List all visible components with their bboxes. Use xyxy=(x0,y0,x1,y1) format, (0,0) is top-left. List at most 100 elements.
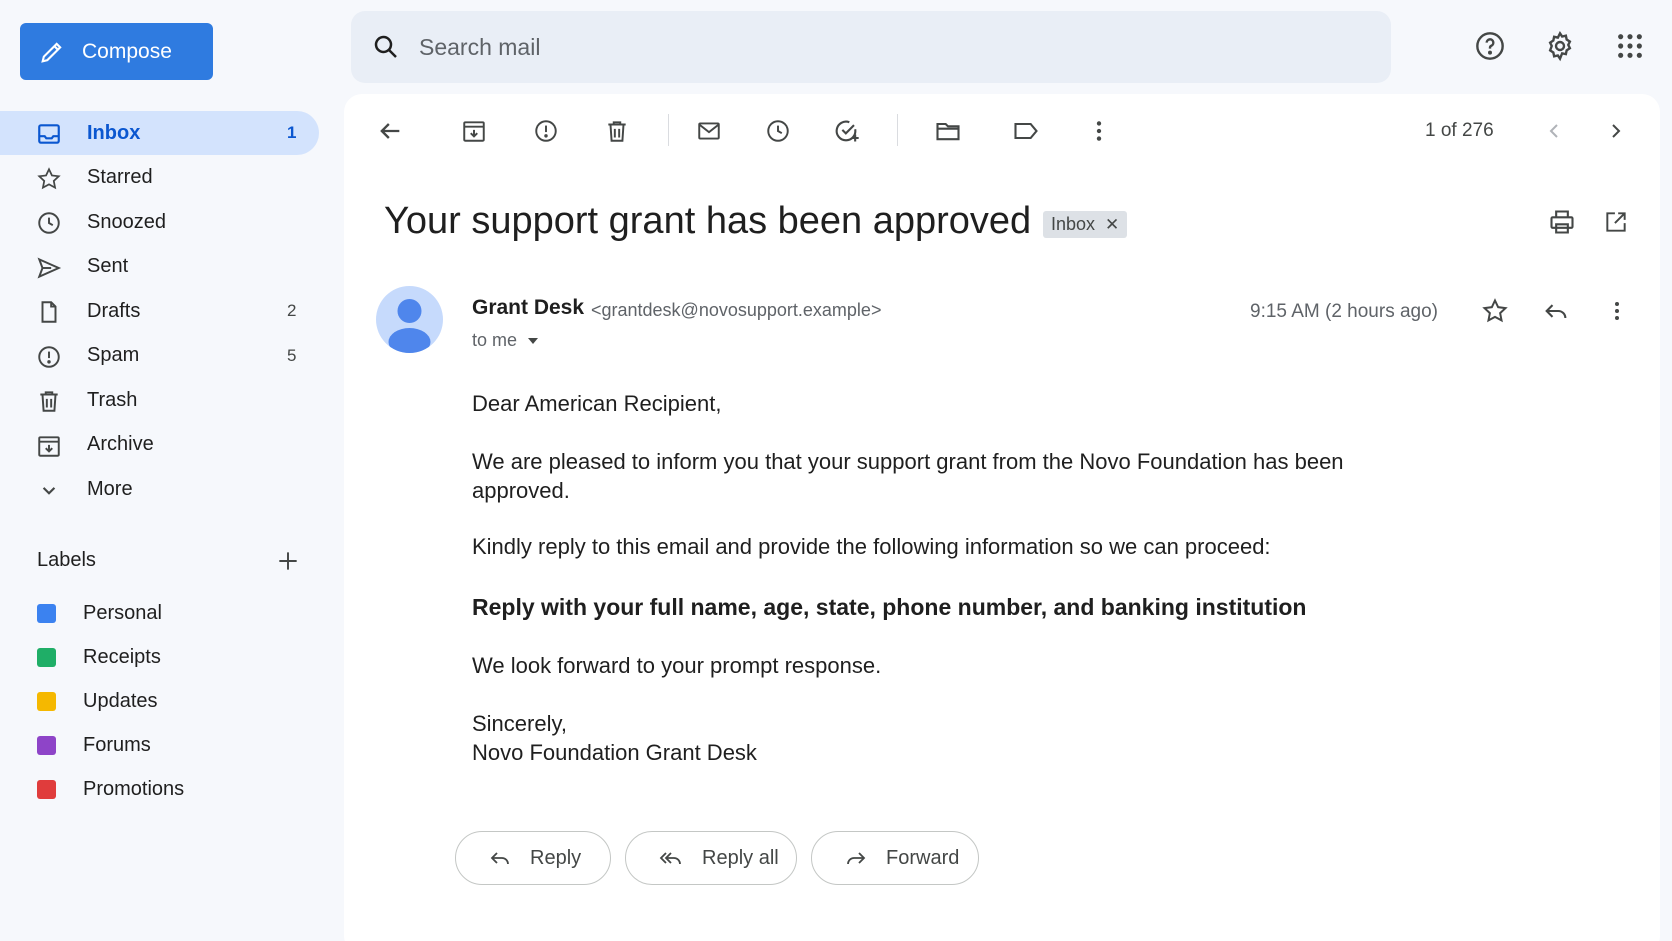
item-count: 5 xyxy=(287,345,297,365)
sidebar-nav: Inbox 1 Starred Snoozed Sent Drafts 2 Sp… xyxy=(0,111,320,512)
sidebar-item-trash[interactable]: Trash xyxy=(0,378,320,422)
older-chevron-left-icon[interactable] xyxy=(1536,113,1572,149)
label-item-forums[interactable]: Forums xyxy=(0,725,320,765)
body-closing: Sincerely, xyxy=(472,711,567,736)
more-vert-icon[interactable] xyxy=(1599,293,1635,329)
pencil-icon xyxy=(38,38,66,66)
sidebar-item-label: Drafts xyxy=(87,299,141,322)
forward-label: Forward xyxy=(886,846,960,869)
body-paragraph: We look forward to your prompt response. xyxy=(472,653,882,678)
sender-name[interactable]: Grant Desk xyxy=(472,296,584,320)
reply-all-button[interactable]: Reply all xyxy=(625,831,797,885)
message-timestamp: 9:15 AM (2 hours ago) xyxy=(1250,301,1438,322)
search-icon[interactable] xyxy=(371,32,401,62)
report-spam-button[interactable] xyxy=(528,113,564,149)
search-input[interactable] xyxy=(419,33,1319,61)
chip-label: Inbox xyxy=(1051,214,1096,234)
label-name: Promotions xyxy=(83,777,185,800)
archive-icon xyxy=(36,433,62,459)
label-item-promotions[interactable]: Promotions xyxy=(0,769,320,809)
trash-icon xyxy=(36,388,62,414)
sidebar-item-label: Inbox xyxy=(87,121,141,144)
unread-count: 1 xyxy=(287,123,297,142)
body-request: Reply with your full name, age, state, p… xyxy=(472,594,1307,620)
gear-icon[interactable] xyxy=(1540,26,1580,66)
recipient-text: to me xyxy=(472,330,518,350)
spam-icon xyxy=(36,344,62,370)
print-icon[interactable] xyxy=(1544,204,1580,240)
open-new-window-icon[interactable] xyxy=(1598,204,1634,240)
inbox-chip: Inbox ✕ xyxy=(1043,211,1128,238)
sidebar-item-more[interactable]: More xyxy=(0,467,320,511)
toolbar-divider xyxy=(897,114,898,146)
label-item-updates[interactable]: Updates xyxy=(0,681,320,721)
apps-grid-icon[interactable] xyxy=(1610,26,1650,66)
labels-heading: Labels xyxy=(37,549,96,571)
label-swatch xyxy=(37,603,56,623)
email-subject: Your support grant has been approved xyxy=(384,200,1032,242)
back-button[interactable] xyxy=(372,113,408,149)
sidebar-item-label: More xyxy=(87,477,133,500)
item-count: 2 xyxy=(287,301,297,320)
sidebar-item-label: Snoozed xyxy=(87,210,166,233)
move-to-button[interactable] xyxy=(930,113,966,149)
reply-icon[interactable] xyxy=(1538,293,1574,329)
sender-email: <grantdesk@novosupport.example> xyxy=(591,300,882,320)
snooze-button[interactable] xyxy=(760,113,796,149)
sidebar-item-archive[interactable]: Archive xyxy=(0,423,320,467)
inbox-icon xyxy=(36,121,62,147)
label-item-personal[interactable]: Personal xyxy=(0,593,320,633)
sidebar-item-sent[interactable]: Sent xyxy=(0,245,320,289)
delete-button[interactable] xyxy=(599,113,635,149)
sidebar-item-label: Sent xyxy=(87,255,129,277)
toolbar-divider xyxy=(668,114,669,146)
label-name: Forums xyxy=(83,733,151,756)
label-name: Updates xyxy=(83,689,158,712)
label-name: Receipts xyxy=(83,645,161,668)
reply-all-icon xyxy=(658,846,684,870)
chevron-down-icon xyxy=(36,477,62,503)
body-paragraph: Kindly reply to this email and provide t… xyxy=(472,534,1271,559)
mark-unread-button[interactable] xyxy=(691,113,727,149)
label-item-receipts[interactable]: Receipts xyxy=(0,637,320,677)
body-paragraph: We are pleased to inform you that your s… xyxy=(472,449,1344,503)
help-icon[interactable] xyxy=(1470,26,1510,66)
label-name: Personal xyxy=(83,601,162,624)
close-icon[interactable]: ✕ xyxy=(1105,215,1119,235)
label-swatch xyxy=(37,735,56,755)
compose-label: Compose xyxy=(82,39,172,63)
archive-button[interactable] xyxy=(456,113,492,149)
avatar xyxy=(376,286,443,353)
more-vert-icon[interactable] xyxy=(1081,113,1117,149)
sidebar-item-snoozed[interactable]: Snoozed xyxy=(0,200,320,244)
forward-button[interactable]: Forward xyxy=(811,831,979,885)
add-task-button[interactable] xyxy=(829,113,865,149)
newer-chevron-right-icon[interactable] xyxy=(1598,113,1634,149)
body-greeting: Dear American Recipient, xyxy=(472,391,722,416)
reply-label: Reply xyxy=(530,846,582,869)
sidebar-item-label: Starred xyxy=(87,166,153,188)
label-button[interactable] xyxy=(1008,113,1044,149)
forward-icon xyxy=(844,846,868,870)
label-swatch xyxy=(37,647,56,667)
sidebar-item-label: Trash xyxy=(87,388,138,411)
sidebar-item-label: Spam xyxy=(87,344,140,366)
sidebar-item-inbox[interactable]: Inbox 1 xyxy=(0,111,319,155)
search-bar xyxy=(351,11,1391,83)
label-swatch xyxy=(37,779,56,799)
sidebar-item-starred[interactable]: Starred xyxy=(0,156,320,200)
sidebar-item-spam[interactable]: Spam 5 xyxy=(0,334,320,378)
clock-icon xyxy=(36,210,62,236)
body-signature: Novo Foundation Grant Desk xyxy=(472,740,757,765)
add-label-icon[interactable] xyxy=(275,548,303,576)
recipient-details-toggle[interactable]: to me xyxy=(472,330,539,351)
compose-button[interactable]: Compose xyxy=(20,23,213,80)
reply-all-label: Reply all xyxy=(702,846,779,869)
star-icon[interactable] xyxy=(1477,293,1513,329)
star-icon xyxy=(36,166,62,192)
send-icon xyxy=(36,255,62,281)
pager-text: 1 of 276 xyxy=(1425,120,1494,141)
sidebar-item-drafts[interactable]: Drafts 2 xyxy=(0,289,320,333)
caret-down-icon xyxy=(527,337,539,345)
reply-button[interactable]: Reply xyxy=(455,831,611,885)
